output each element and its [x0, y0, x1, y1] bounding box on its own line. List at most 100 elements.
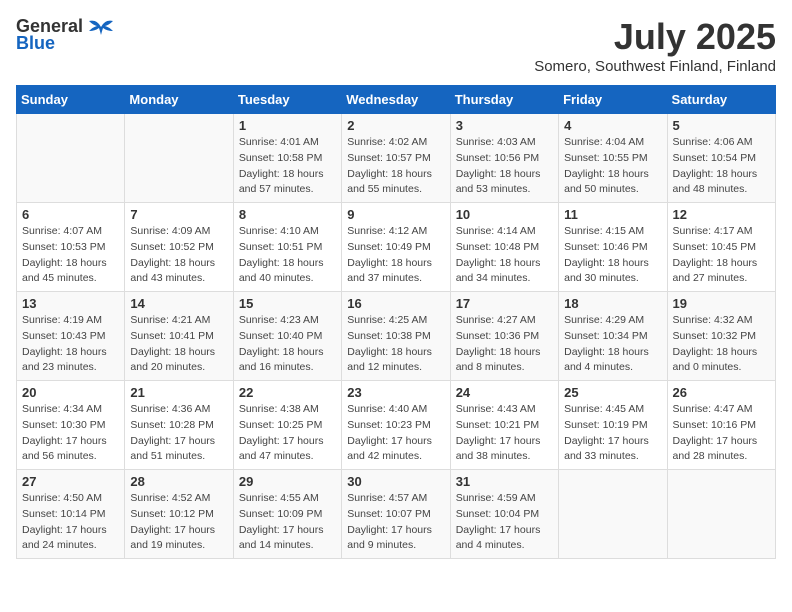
table-row: 3 Sunrise: 4:03 AM Sunset: 10:56 PM Dayli… — [450, 114, 558, 203]
table-row: 18 Sunrise: 4:29 AM Sunset: 10:34 PM Dayl… — [559, 292, 667, 381]
calendar-table: Sunday Monday Tuesday Wednesday Thursday… — [16, 85, 776, 559]
table-row: 15Sunrise: 4:23 AM Sunset: 10:40 PM Dayl… — [233, 292, 341, 381]
day-details: Sunrise: 4:21 AM Sunset: 10:41 PM Daylig… — [130, 313, 227, 376]
table-row: 2 Sunrise: 4:02 AM Sunset: 10:57 PM Dayli… — [342, 114, 450, 203]
day-details: Sunrise: 4:38 AM Sunset: 10:25 PM Daylig… — [239, 402, 336, 465]
table-row: 19 Sunrise: 4:32 AM Sunset: 10:32 PM Dayl… — [667, 292, 775, 381]
day-number: 14 — [130, 296, 227, 311]
day-number: 6 — [22, 207, 119, 222]
table-row: 21 Sunrise: 4:36 AM Sunset: 10:28 PM Dayl… — [125, 381, 233, 470]
day-number: 26 — [673, 385, 770, 400]
day-details: Sunrise: 4:03 AM Sunset: 10:56 PM Daylig… — [456, 135, 553, 198]
day-details: Sunrise: 4:02 AM Sunset: 10:57 PM Daylig… — [347, 135, 444, 198]
header-thursday: Thursday — [450, 86, 558, 114]
day-details: Sunrise: 4:27 AM Sunset: 10:36 PM Daylig… — [456, 313, 553, 376]
day-number: 16 — [347, 296, 444, 311]
day-number: 2 — [347, 118, 444, 133]
header-wednesday: Wednesday — [342, 86, 450, 114]
day-details: Sunrise: 4:40 AM Sunset: 10:23 PM Daylig… — [347, 402, 444, 465]
calendar-week-row: 27 Sunrise: 4:50 AM Sunset: 10:14 PM Dayl… — [17, 470, 776, 559]
calendar-week-row: 13Sunrise: 4:19 AM Sunset: 10:43 PM Dayl… — [17, 292, 776, 381]
day-details: Sunrise: 4:55 AM Sunset: 10:09 PM Daylig… — [239, 491, 336, 554]
day-number: 11 — [564, 207, 661, 222]
day-details: Sunrise: 4:34 AM Sunset: 10:30 PM Daylig… — [22, 402, 119, 465]
table-row: 24Sunrise: 4:43 AM Sunset: 10:21 PM Dayl… — [450, 381, 558, 470]
day-number: 23 — [347, 385, 444, 400]
page-header: General Blue July 2025 Somero, Southwest… — [16, 16, 776, 75]
table-row: 12 Sunrise: 4:17 AM Sunset: 10:45 PM Dayl… — [667, 203, 775, 292]
table-row: 14 Sunrise: 4:21 AM Sunset: 10:41 PM Dayl… — [125, 292, 233, 381]
calendar-week-row: 6 Sunrise: 4:07 AM Sunset: 10:53 PM Dayli… — [17, 203, 776, 292]
day-details: Sunrise: 4:19 AM Sunset: 10:43 PM Daylig… — [22, 313, 119, 376]
header-sunday: Sunday — [17, 86, 125, 114]
header-saturday: Saturday — [667, 86, 775, 114]
day-details: Sunrise: 4:32 AM Sunset: 10:32 PM Daylig… — [673, 313, 770, 376]
day-details: Sunrise: 4:12 AM Sunset: 10:49 PM Daylig… — [347, 224, 444, 287]
day-number: 1 — [239, 118, 336, 133]
table-row: 25Sunrise: 4:45 AM Sunset: 10:19 PM Dayl… — [559, 381, 667, 470]
table-row: 16 Sunrise: 4:25 AM Sunset: 10:38 PM Dayl… — [342, 292, 450, 381]
day-number: 29 — [239, 474, 336, 489]
table-row: 11Sunrise: 4:15 AM Sunset: 10:46 PM Dayl… — [559, 203, 667, 292]
table-row: 29 Sunrise: 4:55 AM Sunset: 10:09 PM Dayl… — [233, 470, 341, 559]
logo: General Blue — [16, 16, 115, 54]
table-row: 7Sunrise: 4:09 AM Sunset: 10:52 PM Dayli… — [125, 203, 233, 292]
day-number: 30 — [347, 474, 444, 489]
table-row: 5Sunrise: 4:06 AM Sunset: 10:54 PM Dayli… — [667, 114, 775, 203]
day-details: Sunrise: 4:52 AM Sunset: 10:12 PM Daylig… — [130, 491, 227, 554]
day-details: Sunrise: 4:50 AM Sunset: 10:14 PM Daylig… — [22, 491, 119, 554]
day-number: 12 — [673, 207, 770, 222]
day-details: Sunrise: 4:25 AM Sunset: 10:38 PM Daylig… — [347, 313, 444, 376]
day-details: Sunrise: 4:57 AM Sunset: 10:07 PM Daylig… — [347, 491, 444, 554]
table-row — [559, 470, 667, 559]
calendar-header-row: Sunday Monday Tuesday Wednesday Thursday… — [17, 86, 776, 114]
day-number: 27 — [22, 474, 119, 489]
table-row: 23 Sunrise: 4:40 AM Sunset: 10:23 PM Dayl… — [342, 381, 450, 470]
table-row: 26 Sunrise: 4:47 AM Sunset: 10:16 PM Dayl… — [667, 381, 775, 470]
table-row: 17Sunrise: 4:27 AM Sunset: 10:36 PM Dayl… — [450, 292, 558, 381]
day-number: 31 — [456, 474, 553, 489]
day-number: 25 — [564, 385, 661, 400]
table-row: 10 Sunrise: 4:14 AM Sunset: 10:48 PM Dayl… — [450, 203, 558, 292]
day-details: Sunrise: 4:14 AM Sunset: 10:48 PM Daylig… — [456, 224, 553, 287]
day-details: Sunrise: 4:17 AM Sunset: 10:45 PM Daylig… — [673, 224, 770, 287]
day-number: 9 — [347, 207, 444, 222]
day-number: 5 — [673, 118, 770, 133]
day-number: 22 — [239, 385, 336, 400]
day-number: 4 — [564, 118, 661, 133]
table-row: 8Sunrise: 4:10 AM Sunset: 10:51 PM Dayli… — [233, 203, 341, 292]
day-number: 21 — [130, 385, 227, 400]
day-number: 20 — [22, 385, 119, 400]
day-number: 18 — [564, 296, 661, 311]
day-details: Sunrise: 4:47 AM Sunset: 10:16 PM Daylig… — [673, 402, 770, 465]
day-number: 19 — [673, 296, 770, 311]
table-row: 6 Sunrise: 4:07 AM Sunset: 10:53 PM Dayli… — [17, 203, 125, 292]
day-details: Sunrise: 4:01 AM Sunset: 10:58 PM Daylig… — [239, 135, 336, 198]
day-number: 24 — [456, 385, 553, 400]
day-number: 10 — [456, 207, 553, 222]
table-row: 4 Sunrise: 4:04 AM Sunset: 10:55 PM Dayli… — [559, 114, 667, 203]
calendar-subtitle: Somero, Southwest Finland, Finland — [534, 58, 776, 75]
day-number: 15 — [239, 296, 336, 311]
table-row: 27 Sunrise: 4:50 AM Sunset: 10:14 PM Dayl… — [17, 470, 125, 559]
day-details: Sunrise: 4:29 AM Sunset: 10:34 PM Daylig… — [564, 313, 661, 376]
day-details: Sunrise: 4:07 AM Sunset: 10:53 PM Daylig… — [22, 224, 119, 287]
table-row: 1 Sunrise: 4:01 AM Sunset: 10:58 PM Dayli… — [233, 114, 341, 203]
table-row: 13Sunrise: 4:19 AM Sunset: 10:43 PM Dayl… — [17, 292, 125, 381]
calendar-title: July 2025 — [534, 16, 776, 58]
table-row: 20 Sunrise: 4:34 AM Sunset: 10:30 PM Dayl… — [17, 381, 125, 470]
day-number: 3 — [456, 118, 553, 133]
calendar-week-row: 20 Sunrise: 4:34 AM Sunset: 10:30 PM Dayl… — [17, 381, 776, 470]
header-friday: Friday — [559, 86, 667, 114]
table-row: 30 Sunrise: 4:57 AM Sunset: 10:07 PM Dayl… — [342, 470, 450, 559]
title-block: July 2025 Somero, Southwest Finland, Fin… — [534, 16, 776, 75]
day-number: 28 — [130, 474, 227, 489]
day-details: Sunrise: 4:36 AM Sunset: 10:28 PM Daylig… — [130, 402, 227, 465]
day-details: Sunrise: 4:04 AM Sunset: 10:55 PM Daylig… — [564, 135, 661, 198]
table-row: 28 Sunrise: 4:52 AM Sunset: 10:12 PM Dayl… — [125, 470, 233, 559]
calendar-week-row: 1 Sunrise: 4:01 AM Sunset: 10:58 PM Dayli… — [17, 114, 776, 203]
day-details: Sunrise: 4:10 AM Sunset: 10:51 PM Daylig… — [239, 224, 336, 287]
table-row: 9 Sunrise: 4:12 AM Sunset: 10:49 PM Dayli… — [342, 203, 450, 292]
table-row — [17, 114, 125, 203]
table-row — [125, 114, 233, 203]
